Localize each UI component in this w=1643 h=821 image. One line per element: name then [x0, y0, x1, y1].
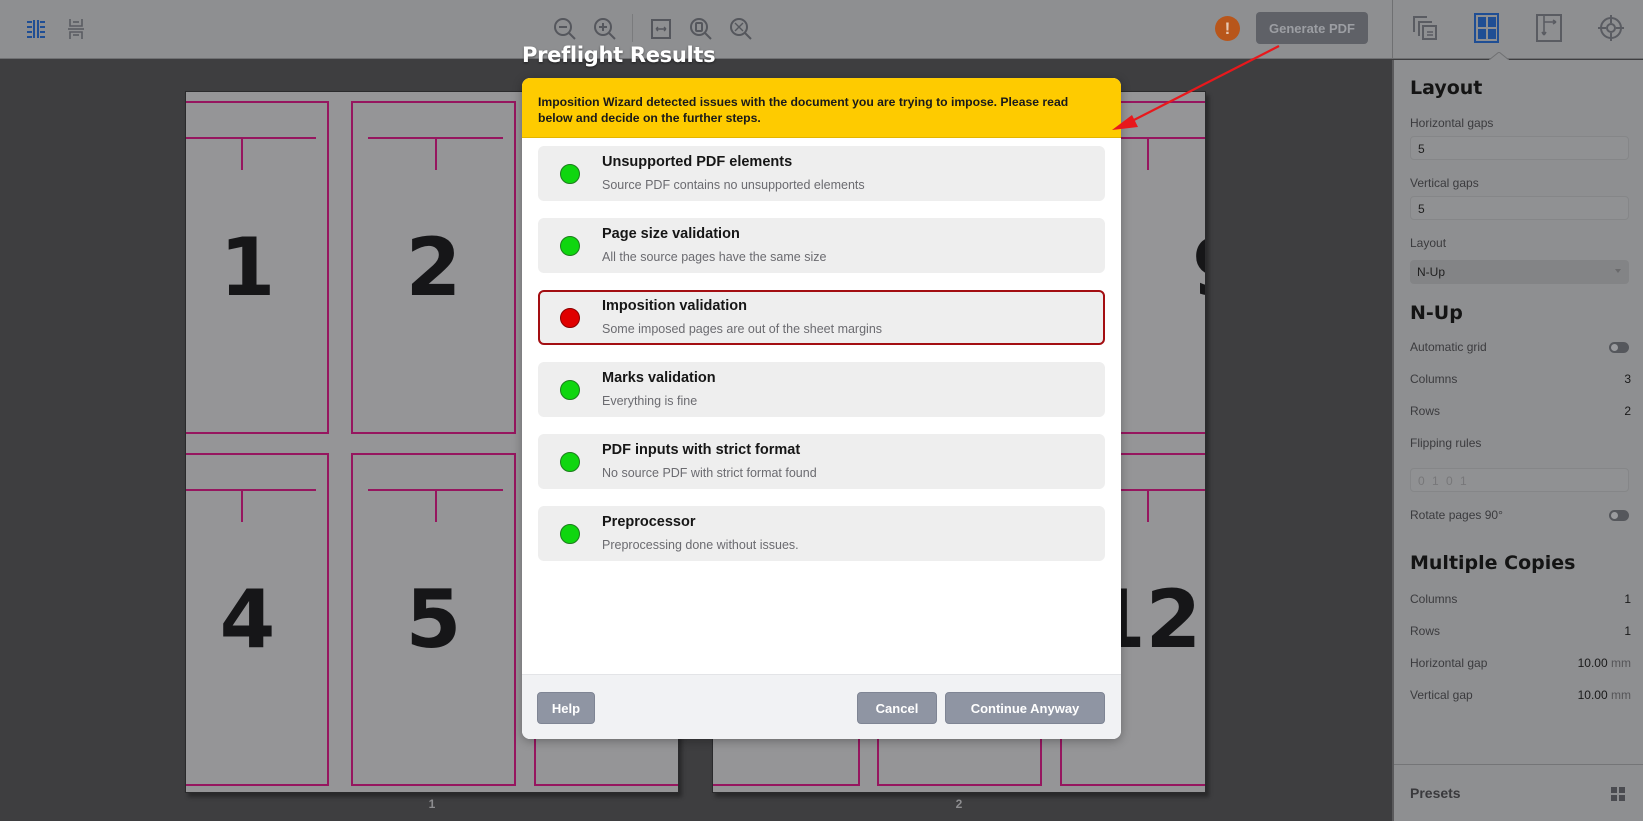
automatic-grid-toggle[interactable] — [1609, 342, 1629, 353]
layout-select[interactable]: N-Up — [1410, 260, 1629, 284]
layout-heading: Layout — [1410, 77, 1483, 99]
page-cell[interactable]: 4 — [186, 453, 329, 786]
fit-width-icon[interactable] — [646, 14, 676, 44]
nup-columns-value[interactable]: 3 — [1624, 372, 1631, 386]
layout-grid-icon[interactable] — [1471, 12, 1503, 44]
chevron-down-icon — [1615, 269, 1621, 273]
page-cell[interactable]: 5 — [351, 453, 516, 786]
target-icon[interactable] — [1595, 12, 1627, 44]
preflight-dialog: Imposition Wizard detected issues with t… — [522, 78, 1121, 739]
status-ok-icon — [560, 236, 580, 256]
horizontal-gap-label: Horizontal gap — [1410, 656, 1488, 670]
check-description: Some imposed pages are out of the sheet … — [602, 322, 883, 336]
page-cell[interactable]: 1 — [186, 101, 329, 434]
copies-columns-label: Columns — [1410, 592, 1458, 606]
check-title: Preprocessor — [602, 514, 696, 530]
check-title: Unsupported PDF elements — [602, 154, 793, 170]
copies-columns-value[interactable]: 1 — [1624, 592, 1631, 606]
check-item: Preprocessor Preprocessing done without … — [538, 506, 1105, 561]
active-tab-pointer — [1489, 52, 1509, 60]
book-layout-icon[interactable] — [21, 14, 51, 44]
copies-rows-value[interactable]: 1 — [1624, 624, 1631, 638]
continue-anyway-button[interactable]: Continue Anyway — [945, 692, 1105, 724]
nup-columns-label: Columns — [1410, 372, 1458, 386]
check-description: Everything is fine — [602, 394, 698, 408]
rotate-pages-toggle[interactable] — [1609, 510, 1629, 521]
page-number: 2 — [405, 221, 462, 314]
page-number: 1 — [219, 221, 276, 314]
horizontal-gaps-input[interactable]: 5 — [1410, 136, 1629, 160]
status-error-icon — [560, 308, 580, 328]
cancel-button[interactable]: Cancel — [857, 692, 937, 724]
check-title: PDF inputs with strict format — [602, 442, 801, 458]
horizontal-gap-value[interactable]: 10.00 mm — [1578, 656, 1631, 670]
presets-grid-icon[interactable] — [1611, 787, 1625, 801]
page-number: 5 — [405, 573, 462, 666]
vertical-gap-label: Vertical gap — [1410, 688, 1473, 702]
warning-banner: Imposition Wizard detected issues with t… — [522, 78, 1121, 138]
check-description: No source PDF with strict format found — [602, 466, 817, 480]
flipping-rules-label: Flipping rules — [1410, 436, 1482, 450]
zoom-fit-icon[interactable] — [726, 14, 756, 44]
copies-rows-label: Rows — [1410, 624, 1441, 638]
presets-label[interactable]: Presets — [1410, 785, 1461, 801]
status-ok-icon — [560, 164, 580, 184]
page-number: 9 — [1192, 221, 1205, 314]
zoom-page-icon[interactable] — [686, 14, 716, 44]
zoom-in-icon[interactable] — [590, 14, 620, 44]
panel-tab-bar — [1392, 0, 1643, 60]
check-description: All the source pages have the same size — [602, 250, 827, 264]
modal-title: Preflight Results — [522, 43, 716, 67]
multiple-copies-heading: Multiple Copies — [1410, 552, 1576, 574]
page-cell[interactable]: 2 — [351, 101, 516, 434]
nup-heading: N-Up — [1410, 302, 1463, 324]
check-description: Source PDF contains no unsupported eleme… — [602, 178, 865, 192]
vertical-gaps-input[interactable]: 5 — [1410, 196, 1629, 220]
nup-rows-value[interactable]: 2 — [1624, 404, 1631, 418]
flipping-rules-input[interactable]: 0 1 0 1 — [1410, 468, 1629, 492]
check-item: Marks validation Everything is fine — [538, 362, 1105, 417]
vertical-gaps-label: Vertical gaps — [1410, 176, 1479, 190]
check-item: PDF inputs with strict format No source … — [538, 434, 1105, 489]
panel-divider — [1394, 764, 1643, 765]
layout-label: Layout — [1410, 236, 1447, 250]
status-ok-icon — [560, 452, 580, 472]
horizontal-gaps-label: Horizontal gaps — [1410, 116, 1494, 130]
status-ok-icon — [560, 524, 580, 544]
nup-rows-label: Rows — [1410, 404, 1441, 418]
layout-select-value: N-Up — [1417, 265, 1446, 279]
check-description: Preprocessing done without issues. — [602, 538, 799, 552]
settings-panel: Layout Horizontal gaps 5 Vertical gaps 5… — [1392, 60, 1643, 821]
sheet-label: 1 — [428, 797, 436, 811]
sheet-label: 2 — [955, 797, 963, 811]
check-item-error: Imposition validation Some imposed pages… — [538, 290, 1105, 345]
automatic-grid-label: Automatic grid — [1410, 340, 1487, 354]
vertical-layout-icon[interactable] — [61, 14, 91, 44]
status-ok-icon — [560, 380, 580, 400]
generate-pdf-button[interactable]: Generate PDF — [1256, 12, 1368, 44]
rotate-pages-label: Rotate pages 90° — [1410, 508, 1503, 522]
marks-icon[interactable] — [1533, 12, 1565, 44]
check-item: Page size validation All the source page… — [538, 218, 1105, 273]
page-number: 4 — [219, 573, 276, 666]
warning-badge[interactable]: ! — [1215, 16, 1240, 41]
dialog-footer: Help Cancel Continue Anyway — [522, 674, 1121, 739]
check-title: Page size validation — [602, 226, 740, 242]
vertical-gap-value[interactable]: 10.00 mm — [1578, 688, 1631, 702]
check-title: Imposition validation — [602, 298, 748, 314]
check-list: Unsupported PDF elements Source PDF cont… — [522, 138, 1121, 561]
zoom-out-icon[interactable] — [550, 14, 580, 44]
check-item: Unsupported PDF elements Source PDF cont… — [538, 146, 1105, 201]
check-title: Marks validation — [602, 370, 716, 386]
pages-icon[interactable] — [1409, 12, 1441, 44]
toolbar-separator — [632, 14, 633, 42]
help-button[interactable]: Help — [537, 692, 595, 724]
